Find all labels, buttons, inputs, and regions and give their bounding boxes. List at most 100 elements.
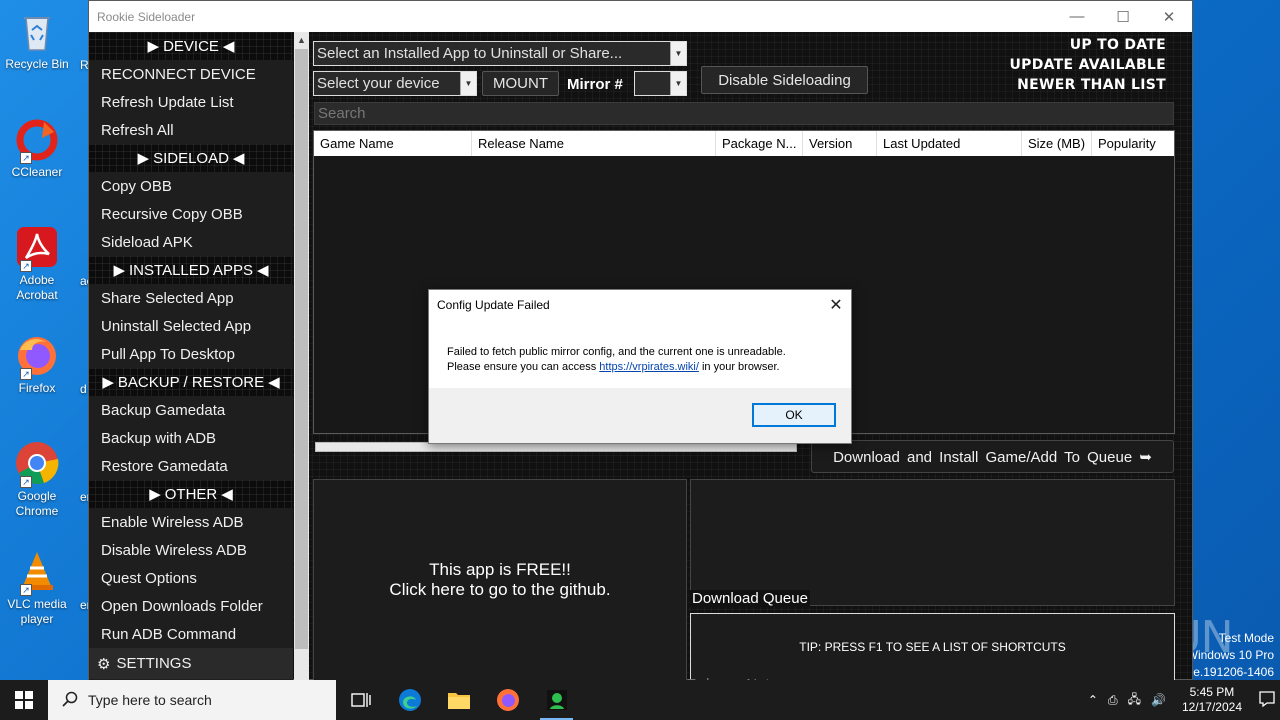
dialog-footer: OK — [429, 388, 851, 443]
dialog-close-icon[interactable]: ✕ — [821, 295, 851, 315]
sidebar-item-backup-gamedata[interactable]: Backup Gamedata — [89, 396, 293, 424]
triangle-left-icon: ◀ — [221, 486, 233, 503]
sidebar-item-refresh-update-list[interactable]: Refresh Update List — [89, 88, 293, 116]
acrobat-icon: ↗ — [14, 224, 60, 272]
vrpirates-wiki-link[interactable]: https://vrpirates.wiki/ — [599, 361, 699, 373]
triangle-left-icon: ◀ — [232, 150, 245, 167]
desktop-icon-adobe-acrobat[interactable]: ↗ Adobe Acrobat — [4, 224, 70, 303]
section-header-backup-restore[interactable]: ▶ BACKUP / RESTORE ◀ — [89, 368, 293, 396]
config-update-failed-dialog: Config Update Failed ✕ Failed to fetch p… — [428, 289, 852, 444]
start-button[interactable] — [0, 680, 48, 720]
chrome-icon: ↗ — [14, 440, 60, 488]
column-header-game-name[interactable]: Game Name — [314, 131, 472, 156]
triangle-right-icon: ▶ — [149, 486, 161, 503]
mirror-label: Mirror # — [567, 76, 623, 93]
status-newer-than-list: NEWER THAN LIST — [1017, 77, 1166, 93]
firefox-icon: ↗ — [14, 332, 60, 380]
sidebar-item-quest-options[interactable]: Quest Options — [89, 564, 293, 592]
github-link-panel[interactable]: This app is FREE!! Click here to go to t… — [313, 479, 687, 681]
file-explorer-icon[interactable] — [434, 680, 483, 720]
section-header-installed-apps[interactable]: ▶ INSTALLED APPS ◀ — [89, 256, 293, 284]
rookie-sideloader-taskbar-icon[interactable] — [532, 680, 581, 720]
mount-button[interactable]: MOUNT — [482, 71, 559, 96]
sidebar-item-copy-obb[interactable]: Copy OBB — [89, 172, 293, 200]
desktop-icon-firefox[interactable]: ↗ Firefox — [4, 332, 70, 396]
gear-icon: ⚙ — [97, 655, 111, 673]
device-select[interactable]: Select your device ▼ — [313, 71, 477, 96]
volume-icon[interactable]: 🔊 — [1151, 693, 1166, 707]
firefox-taskbar-icon[interactable] — [483, 680, 532, 720]
chevron-up-icon[interactable]: ⌃ — [1088, 693, 1098, 707]
search-input[interactable]: Search — [314, 102, 1174, 125]
desktop-icon-ccleaner[interactable]: ↗ CCleaner — [4, 116, 70, 180]
close-button[interactable]: ✕ — [1146, 1, 1192, 32]
sidebar-item-disable-wireless-adb[interactable]: Disable Wireless ADB — [89, 536, 293, 564]
download-queue-list[interactable] — [690, 479, 1175, 606]
network-icon[interactable]: 🖧 — [1128, 690, 1141, 711]
sidebar-item-share-selected-app[interactable]: Share Selected App — [89, 284, 293, 312]
sidebar-item-reconnect-device[interactable]: RECONNECT DEVICE — [89, 60, 293, 88]
mirror-select[interactable]: ▼ — [634, 71, 687, 96]
section-header-other[interactable]: ▶ OTHER ◀ — [89, 480, 293, 508]
sidebar-item-uninstall-selected-app[interactable]: Uninstall Selected App — [89, 312, 293, 340]
sidebar-item-enable-wireless-adb[interactable]: Enable Wireless ADB — [89, 508, 293, 536]
column-header-package-name[interactable]: Package N... — [716, 131, 803, 156]
scroll-up-icon[interactable]: ▲ — [294, 32, 309, 49]
taskbar: Type here to search ⌃ ⎙ 🖧 🔊 5:45 PM 12/1… — [0, 680, 1280, 720]
desktop-icon-recycle-bin[interactable]: Recycle Bin — [4, 8, 70, 72]
download-queue-label: Download Queue — [690, 590, 810, 607]
dialog-titlebar[interactable]: Config Update Failed ✕ — [429, 290, 851, 320]
section-header-device[interactable]: ▶ DEVICE ◀ — [89, 32, 293, 60]
section-header-sideload[interactable]: ▶ SIDELOAD ◀ — [89, 144, 293, 172]
status-update-available: UPDATE AVAILABLE — [1009, 57, 1166, 73]
column-header-size[interactable]: Size (MB) — [1022, 131, 1092, 156]
vlc-icon: ↗ — [14, 548, 60, 596]
taskbar-search-box[interactable]: Type here to search — [48, 680, 336, 720]
sidebar-item-recursive-copy-obb[interactable]: Recursive Copy OBB — [89, 200, 293, 228]
dialog-title: Config Update Failed — [437, 298, 550, 312]
column-header-last-updated[interactable]: Last Updated — [877, 131, 1022, 156]
sidebar-item-open-downloads-folder[interactable]: Open Downloads Folder — [89, 592, 293, 620]
sidebar-item-pull-app-to-desktop[interactable]: Pull App To Desktop — [89, 340, 293, 368]
desktop-label-fragment: d — [80, 382, 87, 396]
notifications-icon[interactable] — [1258, 690, 1276, 711]
triangle-right-icon: ▶ — [137, 150, 150, 167]
task-view-icon[interactable] — [336, 680, 385, 720]
triangle-left-icon: ◀ — [222, 38, 235, 55]
window-titlebar[interactable]: Rookie Sideloader — ☐ ✕ — [89, 1, 1192, 32]
scrollbar-thumb[interactable] — [295, 49, 308, 649]
sidebar-item-run-adb-command[interactable]: Run ADB Command — [89, 620, 293, 648]
maximize-button[interactable]: ☐ — [1100, 1, 1146, 32]
triangle-left-icon: ◀ — [256, 262, 269, 279]
sidebar-item-refresh-all[interactable]: Refresh All — [89, 116, 293, 144]
shortcut-tip: TIP: PRESS F1 TO SEE A LIST OF SHORTCUTS — [799, 640, 1066, 654]
column-header-release-name[interactable]: Release Name — [472, 131, 716, 156]
window-title: Rookie Sideloader — [97, 9, 196, 24]
status-up-to-date: UP TO DATE — [1069, 37, 1166, 53]
taskbar-clock[interactable]: 5:45 PM 12/17/2024 — [1176, 685, 1248, 715]
desktop-icon-google-chrome[interactable]: ↗ Google Chrome — [4, 440, 70, 519]
table-header: Game Name Release Name Package N... Vers… — [314, 131, 1174, 156]
column-header-popularity[interactable]: Popularity — [1092, 131, 1174, 156]
installed-app-select[interactable]: Select an Installed App to Uninstall or … — [313, 41, 687, 66]
triangle-right-icon: ▶ — [147, 38, 160, 55]
triangle-right-icon: ▶ — [102, 374, 114, 391]
sidebar-item-sideload-apk[interactable]: Sideload APK — [89, 228, 293, 256]
desktop-icon-vlc[interactable]: ↗ VLC media player — [4, 548, 70, 627]
usb-device-icon[interactable]: ⎙ — [1108, 693, 1118, 708]
download-install-button[interactable]: Download and Install Game/Add To Queue ➥ — [811, 440, 1174, 473]
column-header-version[interactable]: Version — [803, 131, 877, 156]
edge-icon[interactable] — [385, 680, 434, 720]
sidebar-item-restore-gamedata[interactable]: Restore Gamedata — [89, 452, 293, 480]
sidebar-scrollbar[interactable]: ▲ — [294, 32, 309, 681]
recycle-bin-icon — [14, 8, 60, 54]
minimize-button[interactable]: — — [1054, 1, 1100, 32]
disable-sideloading-button[interactable]: Disable Sideloading — [701, 66, 868, 94]
windows-logo-icon — [15, 691, 33, 709]
ok-button[interactable]: OK — [752, 403, 836, 427]
release-notes-box: TIP: PRESS F1 TO SEE A LIST OF SHORTCUTS — [690, 613, 1175, 681]
sidebar-item-backup-with-adb[interactable]: Backup with ADB — [89, 424, 293, 452]
settings-button[interactable]: ⚙ SETTINGS — [89, 648, 293, 679]
chevron-down-icon: ▼ — [670, 42, 686, 65]
triangle-left-icon: ◀ — [268, 374, 280, 391]
